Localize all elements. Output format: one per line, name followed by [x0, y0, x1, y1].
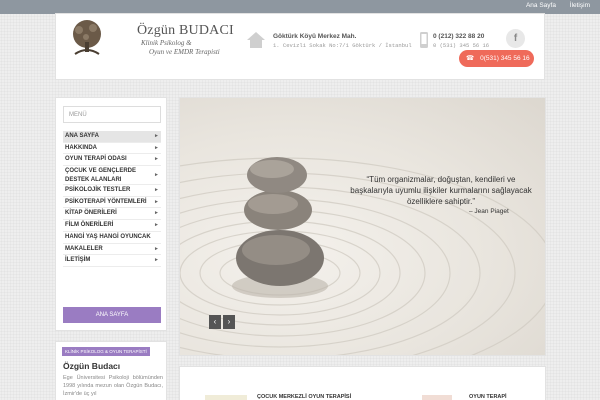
chevron-right-icon: ►	[154, 210, 159, 217]
slider-next-button[interactable]: ›	[223, 315, 235, 329]
chevron-right-icon: ►	[154, 222, 159, 229]
address-detail: 1. Cevizli Sokak No:7/1 Göktürk / İstanb…	[273, 42, 412, 49]
menu-search-input[interactable]: MENÜ	[63, 106, 161, 123]
chevron-right-icon: ►	[154, 187, 159, 194]
facebook-icon[interactable]: f	[506, 29, 525, 48]
sidebar-item-psych-tests[interactable]: PSİKOLOJİK TESTLER ►	[63, 185, 161, 197]
call-button-label: 0(531) 345 56 16	[480, 55, 530, 62]
card-thumbnail[interactable]	[205, 395, 247, 400]
top-link-contact[interactable]: İletişim	[570, 2, 590, 9]
chevron-right-icon: ►	[154, 198, 159, 205]
hero-slider[interactable]: “Tüm organizmalar, doğuştan, kendileri v…	[179, 97, 546, 356]
sidebar-item-label: HAKKINDA	[65, 144, 97, 151]
brand-subtitle-2: Oyun ve EMDR Terapisti	[149, 48, 220, 56]
tree-logo-icon[interactable]	[67, 18, 107, 58]
slider-quote-author: – Jean Piaget	[469, 208, 509, 215]
sidebar-item-articles[interactable]: MAKALELER ►	[63, 244, 161, 256]
chevron-right-icon: ►	[154, 144, 159, 151]
top-bar: Ana Sayfa İletişim	[0, 0, 600, 14]
sidebar-item-label: MAKALELER	[65, 245, 103, 252]
top-links: Ana Sayfa İletişim	[514, 2, 590, 9]
sidebar-item-label: İLETİŞİM	[65, 257, 91, 264]
brand-subtitle-1: Klinik Psikolog &	[141, 39, 192, 47]
phone-secondary: 0 (531) 345 56 16	[433, 42, 490, 49]
chevron-right-icon: ►	[154, 156, 159, 163]
sidebar-item-label: OYUN TERAPİ ODASI	[65, 156, 127, 163]
home-nav-button[interactable]: ANA SAYFA	[63, 307, 161, 323]
phone-small-icon: ☎	[466, 55, 475, 62]
sidebar-item-label: ANA SAYFA	[65, 133, 99, 139]
brand-name[interactable]: Özgün BUDACI	[137, 23, 234, 39]
sidebar-item-age-toys[interactable]: HANGİ YAŞ HANGİ OYUNCAK	[63, 232, 161, 244]
chevron-right-icon: ►	[154, 245, 159, 252]
sidebar-item-home[interactable]: ANA SAYFA ►	[63, 131, 161, 143]
profile-bio: Ege Üniversitesi Psikoloji bölümünden 19…	[63, 375, 163, 397]
sidebar-item-label: PSİKOTERAPİ YÖNTEMLERİ	[65, 198, 147, 205]
sidebar-item-book-suggestions[interactable]: KİTAP ÖNERİLERİ ►	[63, 208, 161, 221]
sidebar-item-contact[interactable]: İLETİŞİM ►	[63, 255, 161, 267]
sidebar-menu: MENÜ ANA SAYFA ► HAKKINDA ► OYUN TERAPİ OD…	[55, 97, 167, 331]
card-thumbnail[interactable]	[422, 395, 452, 400]
phone-primary: 0 (212) 322 88 20	[433, 33, 485, 40]
chevron-right-icon: ►	[154, 257, 159, 264]
site-header: Özgün BUDACI Klinik Psikolog & Oyun ve E…	[55, 13, 545, 80]
profile-card: KLİNİK PSİKOLOG & OYUN TERAPİSTİ Özgün B…	[55, 341, 167, 400]
sidebar-item-label: FİLM ÖNERİLERİ	[65, 222, 114, 229]
menu-list: ANA SAYFA ► HAKKINDA ► OYUN TERAPİ ODASI ► …	[63, 131, 161, 267]
sidebar-item-label: PSİKOLOJİK TESTLER	[65, 187, 131, 194]
profile-name[interactable]: Özgün Budacı	[63, 361, 120, 371]
chevron-right-icon: ►	[154, 133, 159, 139]
house-icon	[247, 32, 265, 48]
sidebar-item-psychotherapy-methods[interactable]: PSİKOTERAPİ YÖNTEMLERİ ►	[63, 197, 161, 209]
slider-quote: “Tüm organizmalar, doğuştan, kendileri v…	[350, 175, 532, 206]
card-title[interactable]: ÇOCUK MERKEZLİ OYUN TERAPİSİ	[257, 394, 351, 400]
sidebar-item-play-therapy-room[interactable]: OYUN TERAPİ ODASI ►	[63, 154, 161, 167]
sidebar-item-film-suggestions[interactable]: FİLM ÖNERİLERİ ►	[63, 220, 161, 232]
slider-prev-button[interactable]: ‹	[209, 315, 221, 329]
sidebar-item-support-areas[interactable]: ÇOCUK VE GENÇLERDE DESTEK ALANLARI ►	[63, 166, 161, 186]
sidebar-item-about[interactable]: HAKKINDA ►	[63, 143, 161, 155]
phone-icon	[420, 32, 428, 48]
sidebar-item-label: ÇOCUK VE GENÇLERDE DESTEK ALANLARI	[65, 168, 137, 183]
call-button[interactable]: ☎ 0(531) 345 56 16	[459, 50, 534, 67]
top-link-home[interactable]: Ana Sayfa	[526, 2, 556, 9]
feature-cards: ÇOCUK MERKEZLİ OYUN TERAPİSİ OYUN TERAPİ	[179, 366, 546, 400]
sidebar-item-label: KİTAP ÖNERİLERİ	[65, 210, 117, 217]
sidebar-item-label: HANGİ YAŞ HANGİ OYUNCAK	[65, 233, 151, 240]
chevron-right-icon: ►	[154, 172, 159, 179]
address-title: Göktürk Köyü Merkez Mah.	[273, 33, 357, 40]
profile-badge: KLİNİK PSİKOLOG & OYUN TERAPİSTİ	[62, 347, 150, 356]
card-title[interactable]: OYUN TERAPİ	[469, 394, 507, 400]
